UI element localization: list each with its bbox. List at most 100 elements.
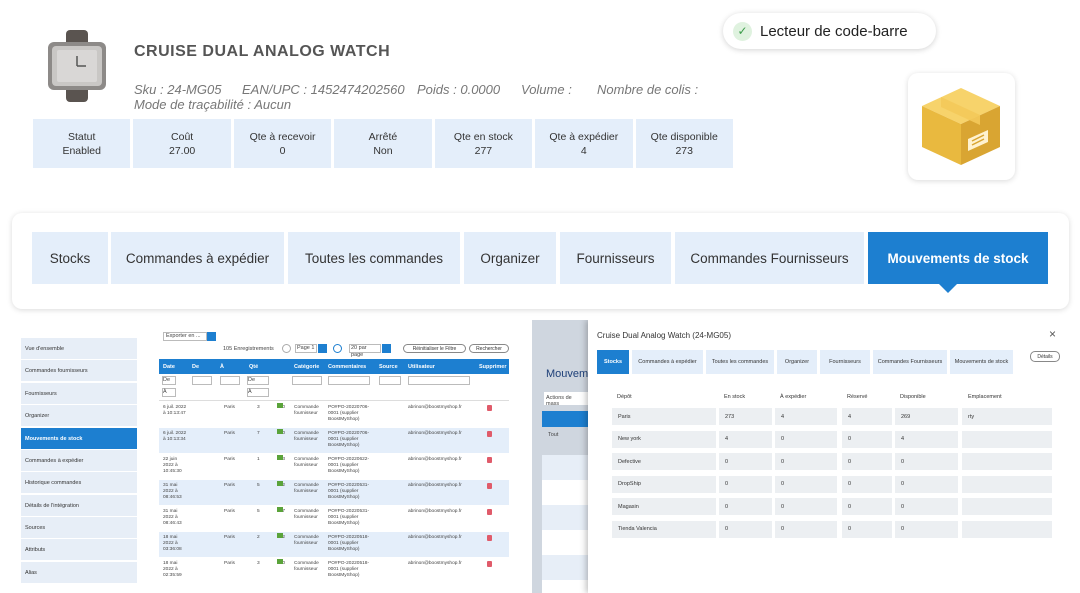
- product-title: CRUISE DUAL ANALOG WATCH: [134, 43, 391, 60]
- prev-page-icon[interactable]: [282, 344, 291, 353]
- modal-tab-suppliers[interactable]: Fournisseurs: [820, 350, 870, 374]
- cell-qty: 3: [257, 405, 260, 410]
- tab-suppliers[interactable]: Fournisseurs: [560, 232, 671, 284]
- sidebar-item[interactable]: Commandes à expédier: [21, 450, 137, 471]
- modal-tab-supplier-orders[interactable]: Commandes Fournisseurs: [873, 350, 947, 374]
- check-icon: ✓: [733, 21, 752, 41]
- table-row[interactable]: 31 mai 2022 à 08:46:53Paris5262Commande …: [159, 480, 509, 505]
- cell-to-ship: 0: [775, 453, 837, 470]
- cell-in-stock: 4: [719, 430, 772, 448]
- sidebar-item[interactable]: Vue d'ensemble: [21, 338, 137, 359]
- stock-movement-icon: [277, 455, 283, 460]
- modal-tab-organizer[interactable]: Organizer: [777, 350, 817, 374]
- col-user[interactable]: Utilisateur: [408, 364, 435, 370]
- cell-available: 0: [895, 475, 958, 493]
- cell-comment: PO#PO-20220518-0001 (supplier BoostMySho…: [328, 561, 370, 578]
- modal-tab-orders-to-ship[interactable]: Commandes à expédier: [632, 350, 703, 374]
- tab-supplier-orders[interactable]: Commandes Fournisseurs: [675, 232, 864, 284]
- modal-tab-stocks[interactable]: Stocks: [597, 350, 629, 374]
- sidebar-item[interactable]: Détails de l'intégration: [21, 495, 137, 516]
- package-icon: [922, 88, 1000, 165]
- export-select[interactable]: Exporter en ...: [163, 332, 207, 341]
- delete-icon[interactable]: [487, 561, 492, 567]
- delete-icon[interactable]: [487, 509, 492, 515]
- per-page-dropdown-icon[interactable]: [382, 344, 391, 353]
- cell-location[interactable]: [962, 475, 1052, 493]
- table-row[interactable]: 6 juil. 2022 à 10:13:34Paris7270Commande…: [159, 428, 509, 453]
- delete-icon[interactable]: [487, 535, 492, 541]
- date-from-filter[interactable]: De: [162, 376, 176, 385]
- per-page-select[interactable]: 20 par page: [349, 344, 381, 358]
- col-source[interactable]: Source: [379, 364, 398, 370]
- col-category[interactable]: Catégorie: [294, 364, 319, 370]
- table-row[interactable]: 18 mai 2022 à 02:35:59Paris3250Commande …: [159, 558, 509, 583]
- qty-from-filter[interactable]: De: [247, 376, 269, 385]
- col-qty[interactable]: Qté: [249, 364, 258, 370]
- sidebar-item[interactable]: Attributs: [21, 539, 137, 560]
- col-delete: Supprimer: [479, 364, 507, 370]
- delete-icon[interactable]: [487, 405, 492, 411]
- cell-location[interactable]: [962, 520, 1052, 538]
- cell-user: abrinon@boostmyshop.fr: [408, 535, 462, 540]
- cell-reserved: 0: [842, 520, 892, 538]
- delete-icon[interactable]: [487, 483, 492, 489]
- cell-available: 0: [895, 453, 958, 470]
- category-filter[interactable]: [292, 376, 322, 385]
- col-from[interactable]: De: [192, 364, 199, 370]
- col-date[interactable]: Date: [163, 364, 175, 370]
- product-parcels: Nombre de colis :: [597, 82, 699, 97]
- search-button[interactable]: Rechercher: [469, 344, 509, 353]
- close-icon[interactable]: ×: [1049, 327, 1056, 341]
- date-to-filter[interactable]: À: [162, 388, 176, 397]
- cell-reserved: 0: [842, 475, 892, 493]
- col-to[interactable]: À: [220, 364, 224, 370]
- cell-location[interactable]: [962, 498, 1052, 515]
- stock-movement-icon: [277, 403, 283, 408]
- reset-filter-button[interactable]: Réinitialiser le Filtre: [403, 344, 466, 353]
- cell-depot: New york: [612, 430, 716, 448]
- background-table-rows: [542, 455, 588, 593]
- cell-reserved: 0: [842, 498, 892, 515]
- page-dropdown-icon[interactable]: [318, 344, 327, 353]
- sidebar-item[interactable]: Sources: [21, 517, 137, 538]
- export-dropdown-icon[interactable]: [207, 332, 216, 341]
- cell-location[interactable]: [962, 430, 1052, 448]
- page-input[interactable]: Page 1: [295, 344, 317, 353]
- col-comments[interactable]: Commentaires: [328, 364, 366, 370]
- sidebar-item[interactable]: Organizer: [21, 405, 137, 426]
- sidebar-item[interactable]: Historique commandes: [21, 472, 137, 493]
- sidebar-item[interactable]: Fournisseurs: [21, 383, 137, 404]
- details-button[interactable]: Détails: [1030, 351, 1060, 362]
- to-filter[interactable]: [220, 376, 240, 385]
- sidebar-item[interactable]: Commandes fournisseurs: [21, 360, 137, 381]
- barcode-reader-button[interactable]: ✓ Lecteur de code-barre: [723, 13, 936, 49]
- cell-date: 6 juil. 2022 à 10:13:34: [163, 431, 187, 442]
- cell-location[interactable]: [962, 453, 1052, 470]
- cell-location[interactable]: rty: [962, 408, 1052, 425]
- table-row[interactable]: 18 mai 2022 à 03:36:08Paris2252Commande …: [159, 532, 509, 557]
- table-row[interactable]: 6 juil. 2022 à 10:13:47Paris3270Commande…: [159, 402, 509, 427]
- stock-movement-icon: [277, 481, 283, 486]
- tab-organizer[interactable]: Organizer: [464, 232, 556, 284]
- tab-all-orders[interactable]: Toutes les commandes: [288, 232, 460, 284]
- tab-stocks[interactable]: Stocks: [32, 232, 108, 284]
- table-row[interactable]: 22 juin 2022 à 10:45:30Paris1263Commande…: [159, 454, 509, 479]
- table-row[interactable]: 31 mai 2022 à 08:46:43Paris5257Commande …: [159, 506, 509, 531]
- next-page-icon[interactable]: [333, 344, 342, 353]
- user-filter[interactable]: [408, 376, 470, 385]
- delete-icon[interactable]: [487, 431, 492, 437]
- comments-filter[interactable]: [328, 376, 370, 385]
- modal-tab-all-orders[interactable]: Toutes les commandes: [706, 350, 774, 374]
- col-reserved: Réservé: [847, 394, 868, 400]
- modal-tab-stock-movements[interactable]: Mouvements de stock: [950, 350, 1013, 374]
- sidebar-item-active[interactable]: Mouvements de stock: [21, 428, 137, 449]
- cell-user: abrinon@boostmyshop.fr: [408, 431, 462, 436]
- source-filter[interactable]: [379, 376, 401, 385]
- sidebar-item[interactable]: Alias: [21, 562, 137, 583]
- tab-orders-to-ship[interactable]: Commandes à expédier: [111, 232, 284, 284]
- from-filter[interactable]: [192, 376, 212, 385]
- tab-stock-movements[interactable]: Mouvements de stock: [868, 232, 1048, 284]
- delete-icon[interactable]: [487, 457, 492, 463]
- product-ean: EAN/UPC : 1452474202560: [242, 82, 405, 97]
- qty-to-filter[interactable]: À: [247, 388, 269, 397]
